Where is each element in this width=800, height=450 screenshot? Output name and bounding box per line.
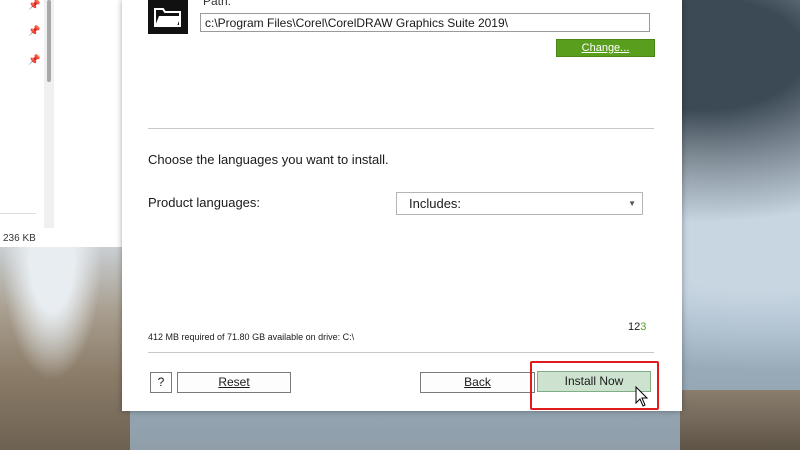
pin-icon[interactable]: 📌 xyxy=(28,56,40,66)
section-divider xyxy=(148,128,654,129)
footer-divider xyxy=(148,352,654,353)
step-current: 3 xyxy=(640,321,647,333)
languages-intro-text: Choose the languages you want to install… xyxy=(148,152,389,167)
wallpaper-landscape-left xyxy=(0,235,130,450)
folder-icon xyxy=(148,0,188,34)
disk-space-info: 412 MB required of 71.80 GB available on… xyxy=(148,332,355,342)
explorer-divider xyxy=(0,213,36,214)
steps-done: 12 xyxy=(628,321,641,333)
reset-button-label: Reset xyxy=(218,375,250,389)
explorer-status-file-size: 236 KB xyxy=(3,233,36,244)
file-explorer-window: 📌 📌 📌 236 KB xyxy=(0,0,123,247)
explorer-scrollbar-thumb[interactable] xyxy=(47,0,51,82)
product-languages-label: Product languages: xyxy=(148,195,261,210)
installer-dialog: Path: c:\Program Files\Corel\CorelDRAW G… xyxy=(122,0,682,411)
pin-icon[interactable]: 📌 xyxy=(28,1,40,11)
wallpaper-landscape-right xyxy=(680,390,800,450)
change-path-button[interactable]: Change... xyxy=(556,39,655,57)
reset-button[interactable]: Reset xyxy=(177,372,291,393)
product-languages-value: Includes: xyxy=(409,196,462,211)
help-button[interactable]: ? xyxy=(150,372,172,393)
path-label: Path: xyxy=(203,0,232,8)
product-languages-dropdown[interactable]: Includes: ▼ xyxy=(396,192,643,215)
step-indicator: 123 xyxy=(628,321,646,333)
mouse-cursor-icon xyxy=(635,386,649,407)
back-button[interactable]: Back xyxy=(420,372,535,393)
back-button-label: Back xyxy=(464,375,491,389)
pin-icon[interactable]: 📌 xyxy=(28,27,40,37)
install-path-input[interactable]: c:\Program Files\Corel\CorelDRAW Graphic… xyxy=(200,13,650,32)
dropdown-arrow-icon: ▼ xyxy=(628,199,636,208)
